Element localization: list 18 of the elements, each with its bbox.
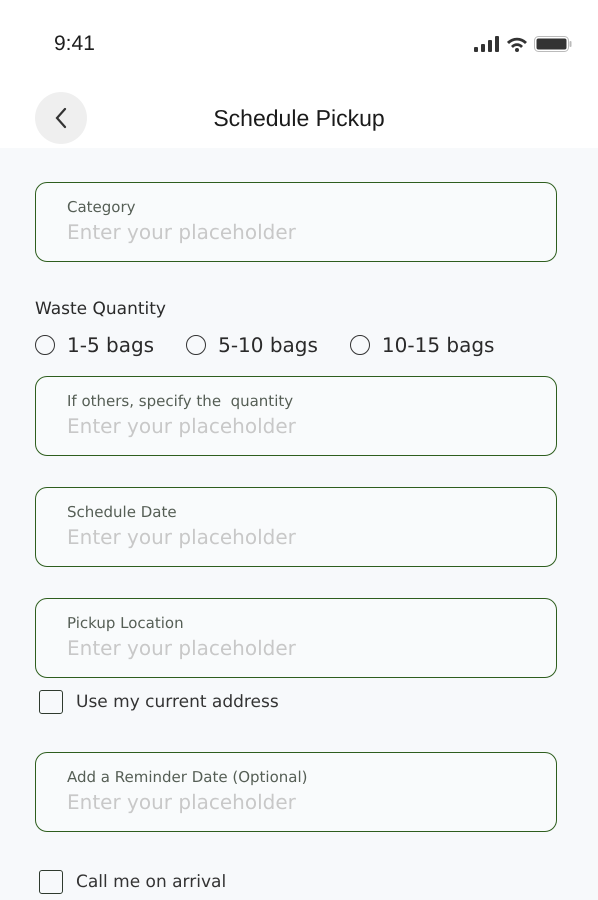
field-label: Add a Reminder Date (Optional) — [67, 768, 308, 786]
battery-icon — [534, 36, 572, 52]
chevron-left-icon — [55, 107, 67, 129]
signal-icon — [474, 36, 500, 52]
radio-option[interactable]: 5-10 bags — [186, 333, 318, 357]
radio-option[interactable]: 10-15 bags — [350, 333, 494, 357]
checkbox-option[interactable]: Call me on arrival — [35, 870, 226, 894]
radio-option[interactable]: 1-5 bags — [35, 333, 154, 357]
checkbox-option[interactable]: Use my current address — [35, 690, 279, 714]
field-label: If others, specify the quantity — [67, 392, 294, 410]
back-button[interactable] — [35, 92, 87, 144]
wifi-icon — [506, 36, 528, 52]
status-time: 9:41 — [54, 32, 95, 56]
page-title: Schedule Pickup — [213, 104, 385, 132]
section-label: Waste Quantity — [35, 299, 166, 319]
field-label: Category — [67, 198, 136, 216]
field-label: Pickup Location — [67, 614, 184, 632]
field-label: Schedule Date — [67, 503, 177, 521]
